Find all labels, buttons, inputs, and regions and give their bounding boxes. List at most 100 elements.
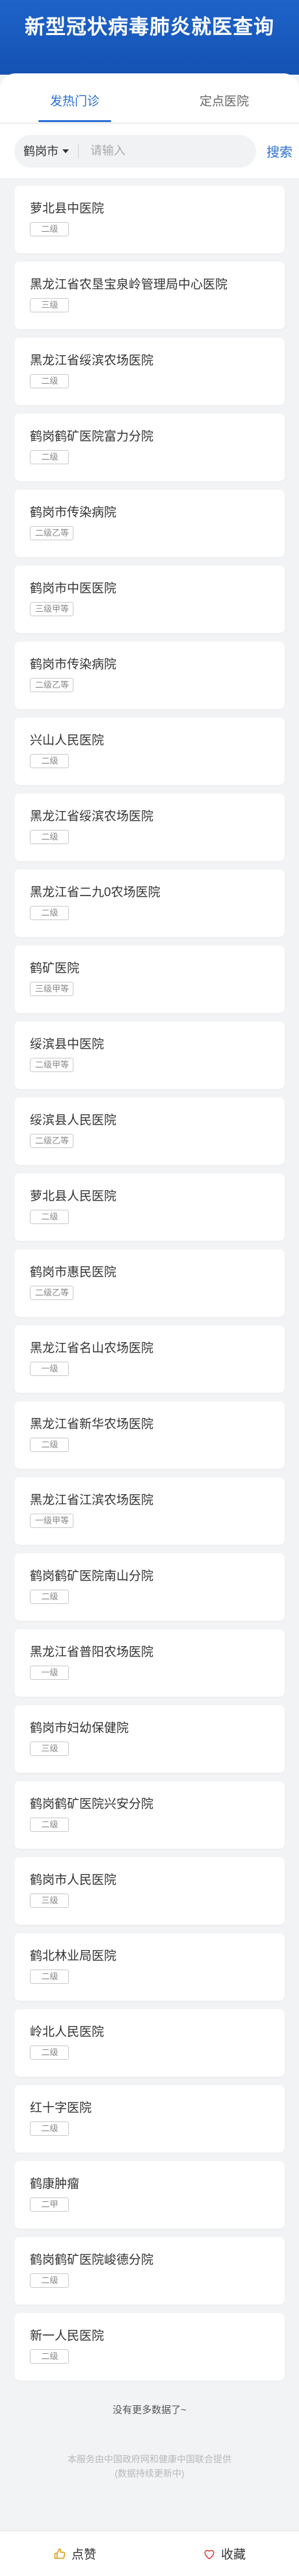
hospital-card[interactable]: 鹤矿医院 三级甲等 xyxy=(14,945,285,1013)
hospital-level-badge: 二级 xyxy=(30,2273,69,2288)
search-box: 鹤岗市 xyxy=(14,134,256,168)
hospital-name: 红十字医院 xyxy=(30,2101,92,2115)
page-title: 新型冠状病毒肺炎就医查询 xyxy=(25,16,274,38)
search-button[interactable]: 搜索 xyxy=(266,142,292,160)
bottom-action-bar: 点赞 收藏 xyxy=(0,2531,299,2576)
hospital-card[interactable]: 黑龙江省二九0农场医院 二级 xyxy=(14,869,285,937)
hospital-level-badge: 二级乙等 xyxy=(30,1286,74,1300)
hospital-level-badge: 三级甲等 xyxy=(30,602,74,616)
hospital-list: 萝北县中医院 二级 黑龙江省农垦宝泉岭管理局中心医院 三级 黑龙江省绥滨农场医院 二级 鹤岗… xyxy=(0,186,299,2389)
hospital-card[interactable]: 红十字医院 二级 xyxy=(14,2085,285,2153)
hospital-name: 黑龙江省普阳农场医院 xyxy=(30,1645,154,1659)
hospital-card[interactable]: 鹤岗市妇幼保健院 三级 xyxy=(14,1705,285,1773)
footer-note-line2: (数据持续更新中) xyxy=(114,2468,185,2479)
hospital-card[interactable]: 黑龙江省新华农场医院 二级 xyxy=(14,1401,285,1469)
hospital-card[interactable]: 黑龙江省名山农场医院 一级 xyxy=(14,1325,285,1393)
footer-note: 本服务由中国政府网和健康中国联合提供 (数据持续更新中) xyxy=(0,2452,299,2481)
tab-bar: 发热门诊 定点医院 xyxy=(0,73,299,122)
heart-icon xyxy=(203,2547,216,2560)
hospital-level-badge: 三级 xyxy=(30,298,69,312)
hospital-card[interactable]: 新一人民医院 二级 xyxy=(14,2313,285,2381)
hospital-name: 黑龙江省绥滨农场医院 xyxy=(30,354,154,368)
hospital-name: 兴山人民医院 xyxy=(30,734,105,747)
hospital-card[interactable]: 岭北人民医院 二级 xyxy=(14,2009,285,2077)
hospital-card[interactable]: 兴山人民医院 二级 xyxy=(14,718,285,785)
search-bar: 鹤岗市 搜索 xyxy=(0,123,299,178)
hospital-level-badge: 二级 xyxy=(30,1210,69,1224)
hospital-level-badge: 二级 xyxy=(30,374,69,388)
tab-fever-clinic[interactable]: 发热门诊 xyxy=(0,73,150,122)
hospital-name: 鹤岗市传染病院 xyxy=(30,506,117,519)
hospital-card[interactable]: 萝北县中医院 二级 xyxy=(14,186,285,253)
tab-designated-hospitals[interactable]: 定点医院 xyxy=(150,73,299,122)
hospital-card[interactable]: 鹤康肿瘤 二甲 xyxy=(14,2161,285,2229)
hospital-level-badge: 二级乙等 xyxy=(30,1134,74,1148)
tab-label: 定点医院 xyxy=(199,95,249,108)
hospital-level-badge: 二级乙等 xyxy=(30,678,74,692)
favorite-label: 收藏 xyxy=(220,2548,246,2562)
hospital-level-badge: 三级 xyxy=(30,1894,69,1908)
hospital-card[interactable]: 鹤岗市传染病院 二级乙等 xyxy=(14,642,285,709)
hospital-card[interactable]: 黑龙江省绥滨农场医院 二级 xyxy=(14,338,285,405)
hospital-level-badge: 二级 xyxy=(30,754,69,768)
hospital-name: 鹤岗市人民医院 xyxy=(30,1873,117,1887)
hospital-name: 萝北县中医院 xyxy=(30,202,105,216)
tab-label: 发热门诊 xyxy=(49,95,99,108)
hospital-card[interactable]: 绥滨县中医院 二级甲等 xyxy=(14,1021,285,1089)
hospital-card[interactable]: 鹤岗鹤矿医院峻德分院 二级 xyxy=(14,2237,285,2305)
hospital-name: 黑龙江省绥滨农场医院 xyxy=(30,810,154,823)
hospital-card[interactable]: 鹤岗市人民医院 三级 xyxy=(14,1857,285,1925)
hospital-card[interactable]: 鹤岗市中医医院 三级甲等 xyxy=(14,566,285,633)
hospital-name: 鹤岗鹤矿医院峻德分院 xyxy=(30,2253,154,2267)
hospital-level-badge: 二级 xyxy=(30,222,69,236)
hospital-level-badge: 二级 xyxy=(30,2349,69,2364)
hospital-card[interactable]: 鹤岗鹤矿医院富力分院 二级 xyxy=(14,414,285,481)
hospital-card[interactable]: 鹤北林业局医院 二级 xyxy=(14,1933,285,2001)
hospital-level-badge: 二级 xyxy=(30,2045,69,2060)
hospital-card[interactable]: 黑龙江省绥滨农场医院 二级 xyxy=(14,794,285,861)
active-tab-indicator xyxy=(38,120,111,122)
hospital-name: 鹤康肿瘤 xyxy=(30,2177,80,2191)
hospital-card[interactable]: 鹤岗市惠民医院 二级乙等 xyxy=(14,1249,285,1317)
hospital-card[interactable]: 鹤岗鹤矿医院兴安分院 二级 xyxy=(14,1781,285,1849)
page-header: 新型冠状病毒肺炎就医查询 xyxy=(0,0,299,75)
list-end-text: 没有更多数据了~ xyxy=(112,2405,187,2416)
hospital-level-badge: 三级 xyxy=(30,1742,69,1756)
hospital-name: 黑龙江省新华农场医院 xyxy=(30,1418,154,1431)
hospital-card[interactable]: 黑龙江省普阳农场医院 一级 xyxy=(14,1629,285,1697)
hospital-name: 鹤北林业局医院 xyxy=(30,1949,117,1963)
like-button[interactable]: 点赞 xyxy=(0,2531,150,2576)
hospital-name: 鹤岗市中医医院 xyxy=(30,582,117,595)
hospital-name: 新一人民医院 xyxy=(30,2329,105,2343)
hospital-level-badge: 二级 xyxy=(30,906,69,920)
hospital-card[interactable]: 绥滨县人民医院 二级乙等 xyxy=(14,1097,285,1165)
hospital-level-badge: 二级 xyxy=(30,2121,69,2136)
hospital-name: 鹤岗市妇幼保健院 xyxy=(30,1721,129,1735)
hospital-level-badge: 二级 xyxy=(30,1970,69,1984)
hospital-level-badge: 二级 xyxy=(30,1438,69,1452)
hospital-card[interactable]: 黑龙江省江滨农场医院 一级甲等 xyxy=(14,1477,285,1545)
favorite-button[interactable]: 收藏 xyxy=(150,2531,299,2576)
hospital-name: 黑龙江省江滨农场医院 xyxy=(30,1494,154,1507)
hospital-level-badge: 二甲 xyxy=(30,2197,69,2212)
hospital-level-badge: 二级 xyxy=(30,830,69,844)
hospital-name: 鹤岗市传染病院 xyxy=(30,658,117,671)
hospital-level-badge: 二级 xyxy=(30,1590,69,1604)
hospital-card[interactable]: 鹤岗鹤矿医院南山分院 二级 xyxy=(14,1553,285,1621)
hospital-name: 鹤岗鹤矿医院南山分院 xyxy=(30,1569,154,1583)
hospital-name: 绥滨县中医院 xyxy=(30,1038,105,1051)
hospital-name: 鹤矿医院 xyxy=(30,962,80,975)
hospital-level-badge: 一级甲等 xyxy=(30,1514,74,1528)
hospital-level-badge: 二级 xyxy=(30,1818,69,1832)
city-label: 鹤岗市 xyxy=(23,144,58,158)
hospital-name: 黑龙江省二九0农场医院 xyxy=(30,886,161,899)
search-input[interactable] xyxy=(90,144,247,158)
hospital-card[interactable]: 萝北县人民医院 二级 xyxy=(14,1173,285,1241)
hospital-name: 鹤岗市惠民医院 xyxy=(30,1266,117,1279)
hospital-card[interactable]: 鹤岗市传染病院 二级乙等 xyxy=(14,490,285,557)
city-selector[interactable]: 鹤岗市 xyxy=(23,144,79,158)
hospital-name: 黑龙江省农垦宝泉岭管理局中心医院 xyxy=(30,278,228,292)
hospital-name: 黑龙江省名山农场医院 xyxy=(30,1342,154,1355)
hospital-card[interactable]: 黑龙江省农垦宝泉岭管理局中心医院 三级 xyxy=(14,262,285,329)
hospital-level-badge: 二级甲等 xyxy=(30,1058,74,1072)
